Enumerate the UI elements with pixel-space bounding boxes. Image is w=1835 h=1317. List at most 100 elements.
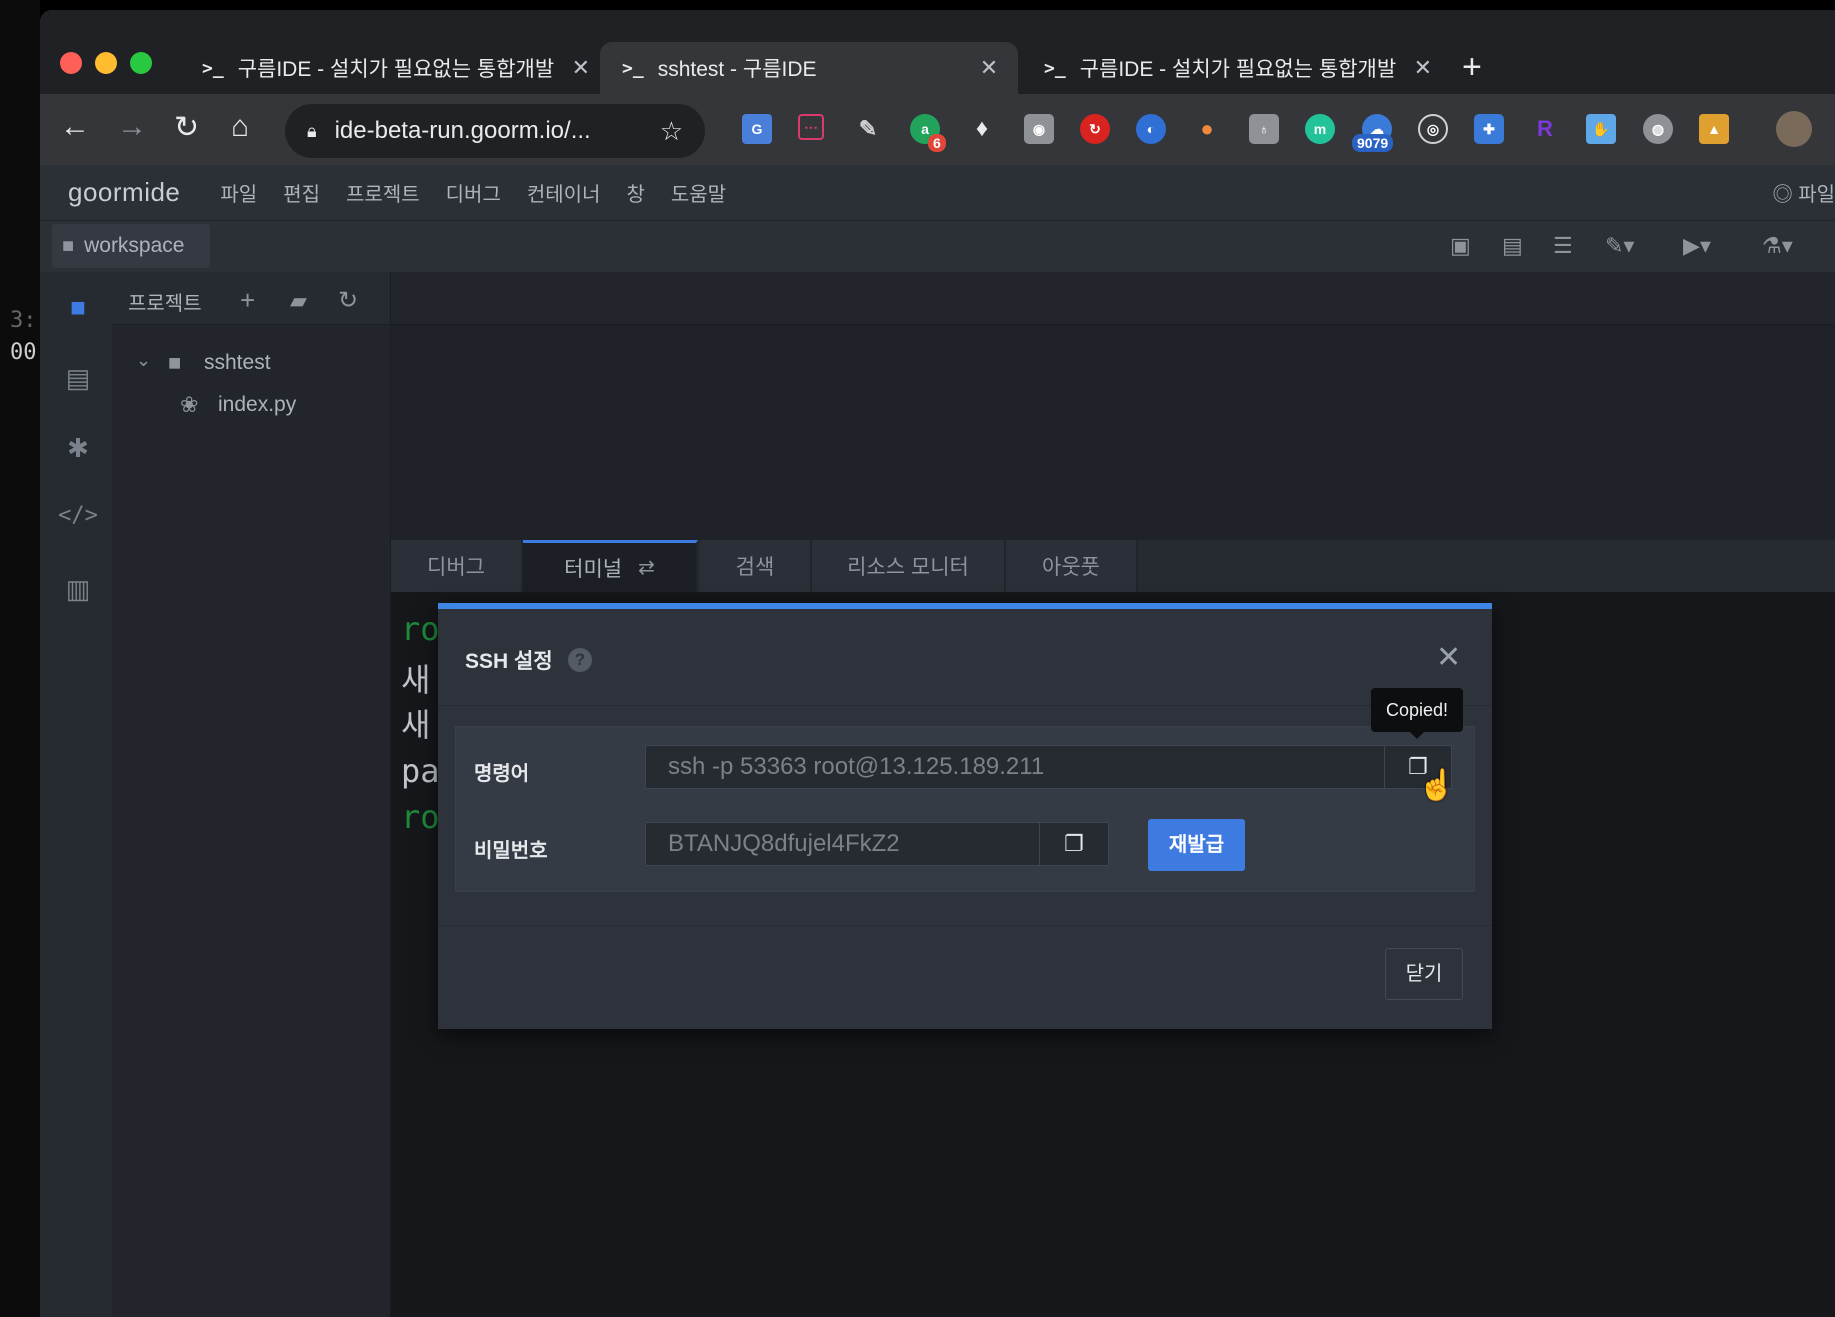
browser-tab[interactable]: >_ 구름IDE - 설치가 필요없는 통합개발 ✕ (180, 42, 590, 94)
terminal-line: 새 (401, 661, 431, 699)
new-folder-icon[interactable]: ▰ (290, 288, 307, 314)
gem-extension-icon[interactable]: ♦ (967, 114, 997, 144)
divider (438, 925, 1492, 926)
tooltip-arrow (1409, 731, 1425, 739)
bulb-extension-icon[interactable]: ♁ (1249, 114, 1279, 144)
help-icon[interactable]: ? (568, 648, 592, 672)
target-extension-icon[interactable]: ◎ (1418, 114, 1448, 144)
dialog-close-icon[interactable]: ✕ (1436, 640, 1461, 675)
find-icon[interactable]: ☰ (1553, 233, 1573, 259)
run-dropdown-icon[interactable]: ▶▾ (1683, 233, 1711, 259)
camera-extension-icon[interactable]: ◉ (1024, 114, 1054, 144)
extension-icon[interactable]: ✋ (1586, 114, 1616, 144)
password-field[interactable]: BTANJQ8dfujel4FkZ2 (645, 822, 1040, 866)
menu-file[interactable]: 파일 (220, 178, 257, 207)
extension-icon[interactable]: ▲ (1699, 114, 1729, 144)
address-bar[interactable]: 🔒︎ ide-beta-run.goorm.io/... ☆ (285, 104, 705, 158)
tab-label: 검색 (735, 556, 775, 579)
extension-badge: 6 (928, 134, 946, 152)
background-window: 3: 00 (0, 0, 40, 1317)
chevron-down-icon[interactable]: ⌄ (136, 350, 151, 371)
menu-help[interactable]: 도움말 (671, 178, 726, 207)
tree-file-index-py[interactable]: index.py (218, 393, 296, 417)
terminal-refresh-icon[interactable]: ⇄ (638, 555, 655, 580)
goormide-logo: goormide (68, 177, 181, 207)
browser-tab-title: sshtest - 구름IDE (657, 58, 817, 81)
extension-icon[interactable]: ↻ (1080, 114, 1110, 144)
back-icon[interactable]: ← (60, 110, 90, 144)
background-window-text: 3: (10, 308, 37, 333)
outline-icon[interactable]: ▤ (58, 363, 98, 394)
project-panel (112, 272, 391, 1317)
extension-icon[interactable]: ✚ (1474, 114, 1504, 144)
window-minimize-button[interactable] (95, 52, 117, 74)
window-close-button[interactable] (60, 52, 82, 74)
extension-icon[interactable]: ⋯ (798, 114, 824, 140)
refresh-icon[interactable]: ↻ (338, 286, 358, 315)
globe-extension-icon[interactable]: ◍ (1643, 114, 1673, 144)
tab-output[interactable]: 아웃풋 (1006, 540, 1138, 592)
home-icon[interactable]: ⌂ (231, 110, 249, 144)
browser-tab-active[interactable]: >_ sshtest - 구름IDE ✕ (600, 42, 1018, 94)
build-dropdown-icon[interactable]: ✎▾ (1605, 233, 1634, 259)
tab-terminal[interactable]: 터미널 ⇄ (523, 540, 698, 592)
translate-extension-icon[interactable]: G (742, 114, 772, 144)
extension-icon[interactable]: R (1530, 114, 1560, 144)
tab-label: 리소스 모니터 (847, 556, 969, 579)
tab-resource-monitor[interactable]: 리소스 모니터 (812, 540, 1006, 592)
address-url: ide-beta-run.goorm.io/... (334, 117, 591, 144)
project-explorer-icon[interactable]: ■ (58, 292, 98, 323)
browser-tab-title: 구름IDE - 설치가 필요없는 통합개발 (237, 58, 555, 81)
folder-icon: ■ (168, 350, 182, 375)
test-dropdown-icon[interactable]: ⚗▾ (1762, 233, 1793, 259)
profile-avatar[interactable] (1776, 111, 1812, 147)
save-icon[interactable]: ▣ (1450, 233, 1471, 259)
extension-icon[interactable]: ● (1192, 114, 1222, 144)
reload-icon[interactable]: ↻ (174, 110, 199, 145)
bookmark-star-icon[interactable]: ☆ (660, 116, 683, 147)
library-icon[interactable]: ▥ (58, 574, 98, 605)
terminal-favicon-icon: >_ (202, 57, 224, 79)
tab-close-icon[interactable]: ✕ (1414, 55, 1432, 81)
menu-debug[interactable]: 디버그 (446, 178, 501, 207)
debug-bug-icon[interactable]: ✱ (58, 433, 98, 464)
extension-icon[interactable]: ◐ (1136, 114, 1166, 144)
menu-container[interactable]: 컨테이너 (527, 178, 601, 207)
command-field[interactable]: ssh -p 53363 root@13.125.189.211 (645, 745, 1385, 789)
menu-project[interactable]: 프로젝트 (346, 178, 420, 207)
extension-icon[interactable]: m (1305, 114, 1335, 144)
save-all-icon[interactable]: ▤ (1502, 233, 1523, 259)
browser-tab-title: 구름IDE - 설치가 필요없는 통합개발 (1079, 58, 1397, 81)
add-icon[interactable]: + (240, 285, 255, 316)
code-icon[interactable]: </> (58, 503, 98, 528)
close-button[interactable]: 닫기 (1385, 948, 1463, 1000)
copied-tooltip: Copied! (1371, 688, 1463, 732)
browser-tab[interactable]: >_ 구름IDE - 설치가 필요없는 통합개발 ✕ (1022, 42, 1432, 94)
terminal-line: ro (401, 610, 440, 648)
terminal-favicon-icon: >_ (622, 57, 644, 79)
divider (438, 705, 1492, 706)
new-tab-icon[interactable]: + (1462, 48, 1482, 87)
terminal-line: 새 (401, 706, 431, 744)
terminal-line: pa (401, 752, 440, 790)
tree-folder-sshtest[interactable]: sshtest (204, 351, 271, 375)
menu-right[interactable]: ◎ 파일 (1773, 178, 1835, 207)
window-maximize-button[interactable] (130, 52, 152, 74)
menu-window[interactable]: 창 (626, 178, 644, 207)
password-label: 비밀번호 (474, 840, 548, 862)
tab-close-icon[interactable]: ✕ (572, 55, 590, 81)
tab-debug[interactable]: 디버그 (391, 540, 523, 592)
tab-close-icon[interactable]: ✕ (980, 55, 998, 81)
forward-icon[interactable]: → (117, 110, 147, 144)
workspace-label: workspace (84, 234, 185, 257)
pen-extension-icon[interactable]: ✎ (853, 114, 883, 144)
tab-label: 아웃풋 (1042, 556, 1100, 579)
tab-search[interactable]: 검색 (700, 540, 812, 592)
menu-edit[interactable]: 편집 (283, 178, 320, 207)
compass-icon: ◎ (1772, 184, 1799, 206)
copy-password-button[interactable]: ❐ (1039, 822, 1109, 866)
reissue-button[interactable]: 재발급 (1148, 819, 1245, 871)
workspace-chip[interactable]: ■ workspace (52, 224, 210, 268)
editor-tabbar (391, 272, 1835, 325)
python-file-icon: ❀ (180, 392, 199, 417)
